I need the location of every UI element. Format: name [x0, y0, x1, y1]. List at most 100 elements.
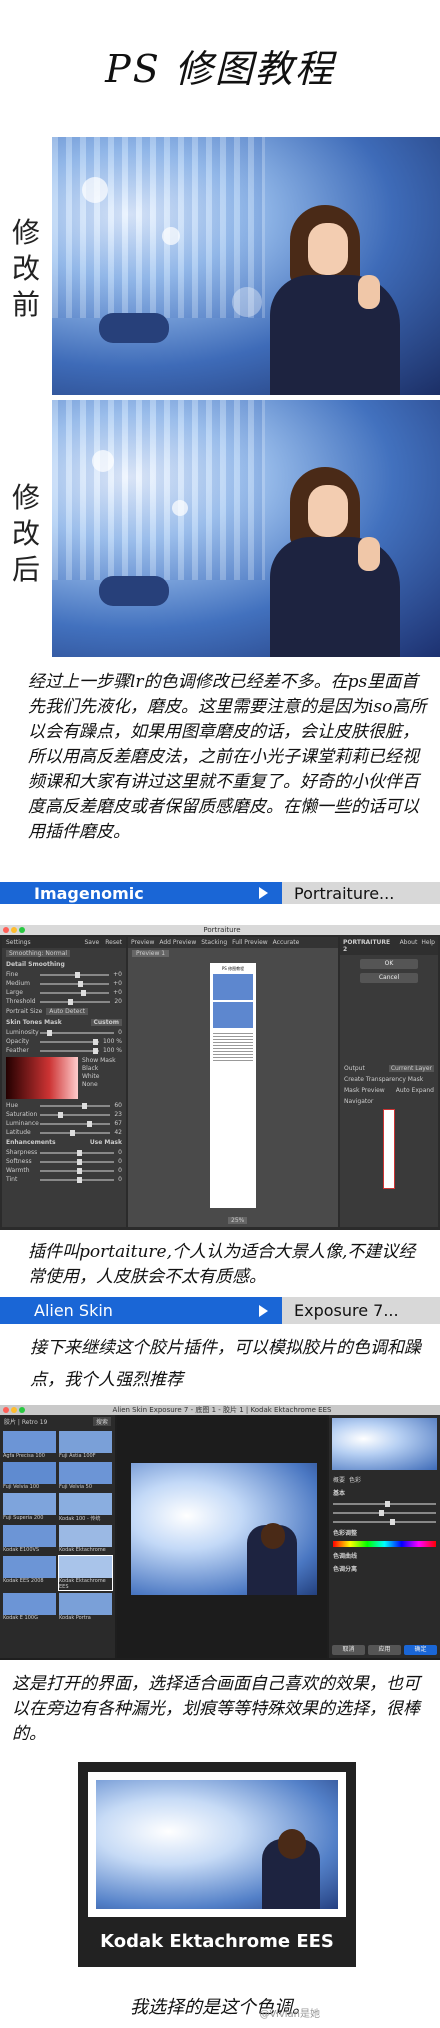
preset-tile[interactable]: Kodak EES 2008 — [3, 1556, 56, 1590]
slider-feather[interactable]: Feather 100 % — [2, 1046, 126, 1055]
slider-value: 0 — [118, 1176, 122, 1183]
slider-sharpness[interactable]: Sharpness 0 — [2, 1148, 126, 1157]
slider-label: Fine — [6, 971, 19, 978]
slider-medium[interactable]: Medium +0 — [2, 979, 126, 988]
toolbar-stacking[interactable]: Stacking — [201, 939, 227, 946]
slider-softness[interactable]: Softness 0 — [2, 1157, 126, 1166]
slider-value: 20 — [114, 998, 122, 1005]
zoom-icon[interactable] — [19, 927, 25, 933]
preset-select[interactable]: Smoothing: Normal — [6, 950, 71, 957]
slider-latitude[interactable]: Latitude 42 — [2, 1128, 126, 1137]
preset-tile[interactable]: Fuji Astia 100F — [59, 1431, 112, 1459]
hue-strip[interactable] — [333, 1541, 436, 1547]
slider[interactable] — [329, 1499, 440, 1508]
preview-toolbar: Preview Add Preview Stacking Full Previe… — [128, 937, 338, 948]
preset-tile[interactable]: Kodak Ektachrome EES — [58, 1555, 113, 1591]
toolbar-add-preview[interactable]: Add Preview — [159, 939, 196, 946]
menu-item-imagenomic[interactable]: Imagenomic — [0, 882, 282, 904]
slider-saturation[interactable]: Saturation 23 — [2, 1110, 126, 1119]
preset-tile[interactable]: Agfa Precisa 100 — [3, 1431, 56, 1459]
tab-preview-1[interactable]: Preview 1 — [132, 950, 170, 957]
preset-tile[interactable]: Kodak Portra — [59, 1593, 112, 1621]
section-basic[interactable]: 基本 — [329, 1486, 440, 1499]
section-color-adjust[interactable]: 色彩调整 — [329, 1526, 440, 1539]
tab-overview[interactable]: 概要 — [333, 1475, 345, 1484]
slider-opacity[interactable]: Opacity 100 % — [2, 1037, 126, 1046]
cancel-button[interactable]: Cancel — [360, 973, 418, 983]
mask-option-white[interactable]: White — [82, 1073, 116, 1080]
search-input[interactable]: 搜索 — [92, 1417, 111, 1426]
about-link[interactable]: About — [400, 939, 418, 953]
settings-panel: Settings Save Reset Smoothing: Normal De… — [2, 937, 126, 1227]
exposure-preview-image — [131, 1463, 317, 1595]
mask-option-none[interactable]: None — [82, 1081, 116, 1088]
menu-item-portraiture[interactable]: Portraiture... — [282, 882, 440, 904]
preset-tile[interactable]: Kodak E 100G — [3, 1593, 56, 1621]
section-enhancements[interactable]: Enhancements — [6, 1139, 56, 1146]
slider[interactable] — [329, 1508, 440, 1517]
window-titlebar: Portraiture — [0, 925, 440, 935]
preset-group-label: 胶片 | Retro 19 — [4, 1419, 48, 1426]
close-icon[interactable] — [3, 1407, 9, 1413]
slider-large[interactable]: Large +0 — [2, 988, 126, 997]
toolbar-full-preview[interactable]: Full Preview — [232, 939, 268, 946]
minimize-icon[interactable] — [11, 1407, 17, 1413]
paragraph-exposure-intro: 接下来继续这个胶片插件，可以模拟胶片的色调和躁点，我个人强烈推荐 — [30, 1338, 421, 1390]
section-skin-tones-mask[interactable]: Skin Tones Mask — [6, 1019, 62, 1026]
reset-button[interactable]: Reset — [105, 939, 122, 946]
preset-tile[interactable]: Kodak E100VS — [3, 1525, 56, 1553]
navigator-thumbnail[interactable] — [332, 1418, 437, 1470]
ok-button[interactable]: 确定 — [404, 1645, 437, 1655]
slider-hue[interactable]: Hue 60 — [2, 1101, 126, 1110]
preset-tile[interactable]: Kodak Ektachrome — [59, 1525, 112, 1553]
after-label-char: 改 — [11, 517, 40, 550]
tab-color[interactable]: 色彩 — [349, 1475, 361, 1484]
mask-option-black[interactable]: Black — [82, 1065, 116, 1072]
section-tone-curve[interactable]: 色调曲线 — [329, 1549, 440, 1562]
menu-item-exposure[interactable]: Exposure 7... — [282, 1297, 440, 1324]
mask-preview-label: Mask Preview — [344, 1087, 385, 1094]
minimize-icon[interactable] — [11, 927, 17, 933]
slider-label: Luminance — [6, 1120, 39, 1127]
section-detail-smoothing[interactable]: Detail Smoothing — [2, 959, 126, 970]
preset-tile[interactable]: Kodak 100 - 传统 — [59, 1493, 112, 1522]
close-icon[interactable] — [3, 927, 9, 933]
slider-label: Medium — [6, 980, 30, 987]
menu-alien-skin[interactable]: Alien Skin Exposure 7... — [0, 1297, 440, 1324]
cancel-button[interactable]: 取消 — [332, 1645, 365, 1655]
navigator-thumbnail[interactable] — [383, 1109, 395, 1189]
portrait-size-select[interactable]: Auto Detect — [46, 1008, 89, 1015]
slider-label: Opacity — [6, 1038, 30, 1045]
slider-fine[interactable]: Fine +0 — [2, 970, 126, 979]
help-link[interactable]: Help — [421, 939, 435, 953]
zoom-select[interactable]: 25% — [228, 1217, 248, 1224]
slider-tint[interactable]: Tint 0 — [2, 1175, 126, 1184]
toolbar-preview[interactable]: Preview — [131, 939, 154, 946]
slider-threshold[interactable]: Threshold 20 — [2, 997, 126, 1006]
slider-value: 0 — [118, 1167, 122, 1174]
output-label: Output — [344, 1065, 365, 1072]
slider-luminosity[interactable]: Luminosity 0 — [2, 1028, 126, 1037]
menu-item-alien-skin[interactable]: Alien Skin — [0, 1297, 282, 1324]
auto-expand-checkbox[interactable]: Auto Expand — [396, 1087, 434, 1094]
menu-imagenomic[interactable]: Imagenomic Portraiture... — [0, 882, 440, 904]
mask-mode-select[interactable]: Custom — [90, 1019, 122, 1026]
create-mask-checkbox[interactable]: Create Transparency Mask — [340, 1074, 438, 1085]
toolbar-accurate[interactable]: Accurate — [273, 939, 300, 946]
color-picker[interactable] — [6, 1057, 78, 1099]
show-mask-label: Show Mask — [82, 1057, 116, 1064]
apply-button[interactable]: 应用 — [368, 1645, 401, 1655]
slider-warmth[interactable]: Warmth 0 — [2, 1166, 126, 1175]
preset-tile[interactable]: Fuji Velvia 50 — [59, 1462, 112, 1490]
section-split-tone[interactable]: 色调分离 — [329, 1562, 440, 1575]
zoom-icon[interactable] — [19, 1407, 25, 1413]
slider[interactable] — [329, 1517, 440, 1526]
use-mask-checkbox[interactable]: Use Mask — [90, 1139, 122, 1146]
slider-value: 23 — [114, 1111, 122, 1118]
slider-luminance[interactable]: Luminance 67 — [2, 1119, 126, 1128]
save-button[interactable]: Save — [85, 939, 100, 946]
ok-button[interactable]: OK — [360, 959, 418, 969]
preset-tile[interactable]: Fuji Superia 200 — [3, 1493, 56, 1522]
output-select[interactable]: Current Layer — [388, 1065, 434, 1072]
preset-tile[interactable]: Fuji Velvia 100 — [3, 1462, 56, 1490]
